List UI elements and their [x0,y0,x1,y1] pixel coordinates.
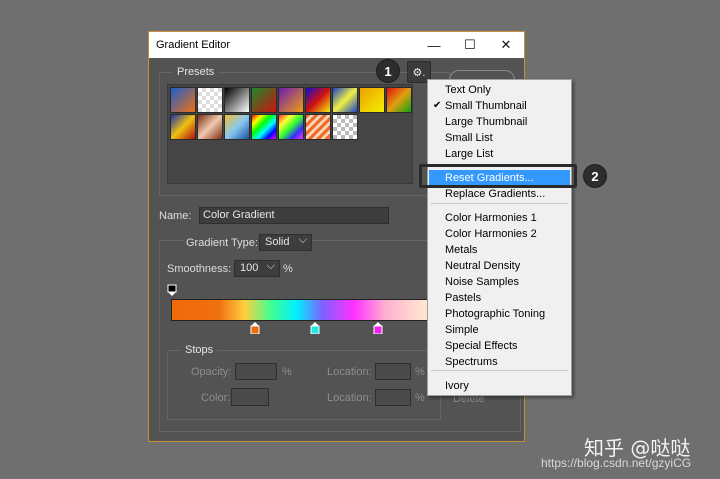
location-unit-2: % [415,392,425,404]
menu-item-label: Color Harmonies 2 [445,228,537,240]
preset-swatch[interactable] [170,87,196,113]
menu-item[interactable]: Small List [429,130,570,146]
color-label: Color: [201,392,231,404]
menu-item-label: Small Thumbnail [445,100,527,112]
smoothness-unit: % [283,263,293,275]
smoothness-select[interactable]: 100 ⌵ [234,260,280,277]
location-unit-1: % [415,366,425,378]
gradient-type-select[interactable]: Solid ⌵ [259,234,312,251]
watermark-url: https://blog.csdn.net/gzyiCG [541,456,692,470]
gradient-type-value: Solid [265,236,290,248]
menu-item-label: Neutral Density [445,260,521,272]
highlight-frame [419,164,577,188]
preset-swatch[interactable] [251,114,277,140]
preset-swatch[interactable] [251,87,277,113]
menu-item-label: Metals [445,244,478,256]
menu-item-label: Photographic Toning [445,308,546,320]
opacity-unit: % [282,366,292,378]
location-label-1: Location: [327,366,372,378]
preset-swatch[interactable] [224,87,250,113]
preset-swatch[interactable] [332,87,358,113]
presets-menu: Text Only ✔ Small Thumbnail Large Thumbnail… [427,79,572,396]
color-stop[interactable] [373,322,383,334]
preset-swatch[interactable] [359,87,385,113]
preset-swatch[interactable] [170,114,196,140]
chevron-down-icon: ⌵ [266,260,275,272]
menu-item[interactable]: Photographic Toning [429,306,570,322]
gradient-type-label: Gradient Type: [183,237,261,249]
preset-swatch[interactable] [332,114,358,140]
maximize-button[interactable]: ☐ [452,32,488,58]
menu-separator [431,370,568,371]
preset-swatch[interactable] [278,87,304,113]
menu-item[interactable]: Ivory [429,378,570,394]
menu-item[interactable]: ✔ Small Thumbnail [429,98,570,114]
title-bar: Gradient Editor — ☐ ✕ [149,32,524,58]
menu-item-label: Spectrums [445,356,498,368]
menu-item-label: Simple [445,324,479,336]
stops-label: Stops [181,344,218,356]
preset-swatch[interactable] [197,87,223,113]
presets-label: Presets [173,66,219,78]
window-title: Gradient Editor [156,39,230,51]
menu-item[interactable]: Noise Samples [429,274,570,290]
stops-group [167,350,441,420]
smoothness-label: Smoothness: [167,263,232,275]
preset-swatch[interactable] [278,114,304,140]
presets-swatch-area [167,84,413,184]
gradient-preview-bar[interactable] [171,299,433,321]
menu-item-label: Large List [445,148,494,160]
smoothness-value: 100 [240,262,259,274]
menu-item-label: Large Thumbnail [445,116,528,128]
menu-item[interactable]: Replace Gradients... [429,186,570,202]
opacity-stop[interactable] [167,284,177,296]
menu-item[interactable]: Text Only [429,82,570,98]
menu-item[interactable]: Metals [429,242,570,258]
preset-swatch[interactable] [305,114,331,140]
step-badge-1: 1 [377,60,399,82]
menu-item[interactable]: Color Harmonies 1 [429,210,570,226]
menu-item-label: Text Only [445,84,491,96]
preset-swatch[interactable] [224,114,250,140]
preset-swatch[interactable] [386,87,412,113]
close-button[interactable]: ✕ [488,32,524,58]
preset-swatch[interactable] [305,87,331,113]
menu-item-label: Ivory [445,380,469,392]
preset-swatch[interactable] [197,114,223,140]
menu-item-label: Small List [445,132,493,144]
opacity-field[interactable] [235,363,277,380]
menu-item-label: Pastels [445,292,482,304]
menu-item[interactable]: Special Effects [429,338,570,354]
menu-item-label: Replace Gradients... [445,188,546,200]
location-field-2[interactable] [375,389,411,406]
menu-item[interactable]: Spectrums [429,354,570,370]
location-field-1[interactable] [375,363,411,380]
chevron-down-icon: ⌵ [298,234,307,246]
name-label: Name: [159,210,192,222]
menu-item[interactable]: Color Harmonies 2 [429,226,570,242]
name-field[interactable]: Color Gradient [199,207,389,224]
color-swatch-field[interactable] [231,388,269,406]
menu-separator [431,203,568,204]
minimize-button[interactable]: — [416,32,452,58]
menu-item-label: Color Harmonies 1 [445,212,537,224]
location-label-2: Location: [327,392,372,404]
opacity-label: Opacity: [191,366,232,378]
step-badge-2: 2 [584,165,606,187]
menu-item[interactable]: Pastels [429,290,570,306]
color-stop[interactable] [250,322,260,334]
checkmark-icon: ✔ [433,100,442,111]
menu-item[interactable]: Neutral Density [429,258,570,274]
menu-item[interactable]: Simple [429,322,570,338]
menu-item[interactable]: Large Thumbnail [429,114,570,130]
color-stop[interactable] [310,322,320,334]
menu-item[interactable]: Large List [429,146,570,162]
menu-item-label: Special Effects [445,340,518,352]
menu-item-label: Noise Samples [445,276,519,288]
